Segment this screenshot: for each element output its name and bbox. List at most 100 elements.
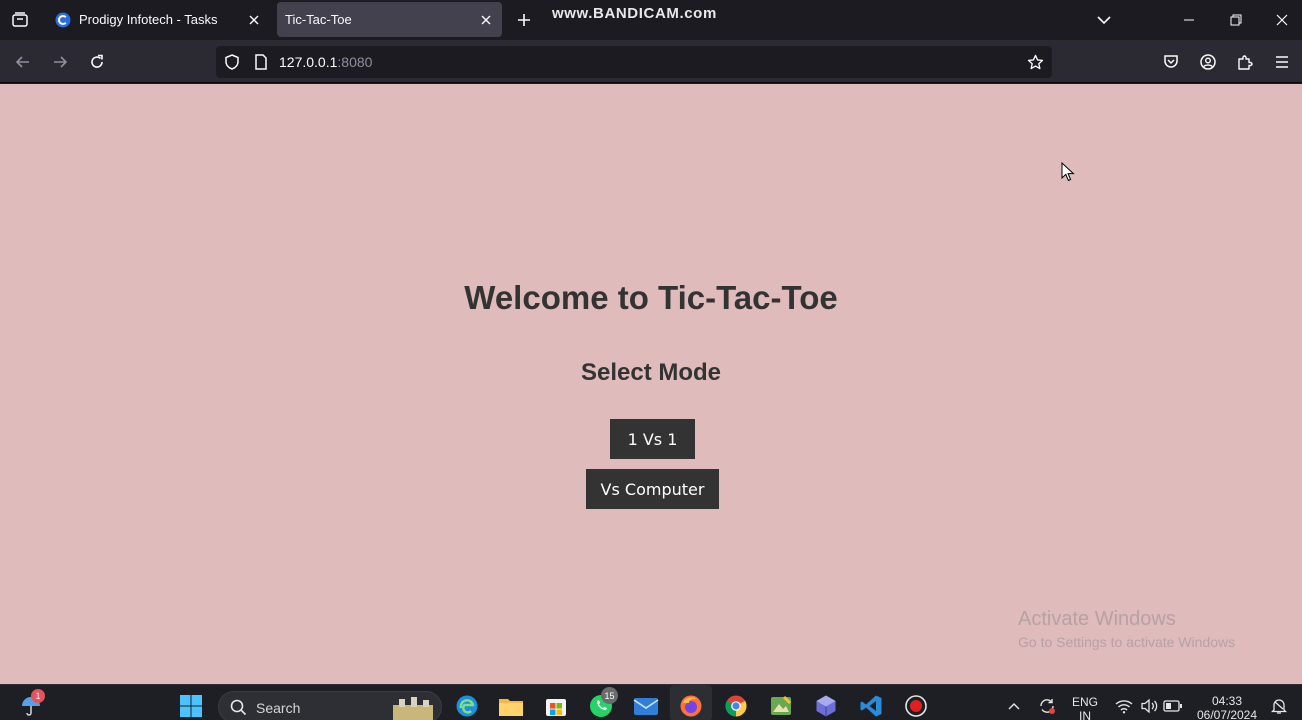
tab-prodigy-infotech[interactable]: Prodigy Infotech - Tasks — [45, 2, 270, 37]
tracking-protection-button[interactable] — [223, 53, 241, 71]
start-button[interactable] — [176, 691, 206, 720]
pocket-button[interactable] — [1156, 47, 1186, 77]
puzzle-icon — [1238, 55, 1253, 70]
weather-badge: 1 — [31, 689, 45, 703]
site-info-button[interactable] — [252, 53, 270, 71]
windows-taskbar: 1 Search 15 ENG IN 04:33 06/07/2024 — [0, 684, 1302, 720]
address-bar[interactable]: 127.0.0.1:8080 — [216, 46, 1052, 78]
firefox-taskbar-button[interactable] — [676, 691, 706, 720]
chevron-down-icon — [1097, 16, 1111, 25]
record-icon — [905, 695, 927, 717]
tab-list-button[interactable] — [0, 0, 40, 40]
tab-title: Tic-Tac-Toe — [285, 12, 352, 27]
close-tab-button[interactable] — [474, 8, 498, 32]
pocket-icon — [1164, 55, 1178, 68]
clock[interactable]: 04:33 06/07/2024 — [1192, 694, 1262, 720]
url-port: :8080 — [337, 54, 373, 70]
app-menu-button[interactable] — [1267, 47, 1297, 77]
notifications-button[interactable] — [1264, 691, 1294, 720]
arrow-left-icon — [15, 56, 29, 68]
search-label: Search — [256, 700, 301, 716]
tab-bar: Prodigy Infotech - Tasks Tic-Tac-Toe www… — [0, 0, 1302, 40]
close-tab-button[interactable] — [242, 8, 266, 32]
battery-icon — [1163, 700, 1182, 712]
page-content: Welcome to Tic-Tac-Toe Select Mode 1 Vs … — [0, 84, 1302, 684]
speaker-icon — [1141, 698, 1158, 714]
show-hidden-icons-button[interactable] — [999, 691, 1029, 720]
url-text[interactable]: 127.0.0.1:8080 — [279, 54, 372, 70]
chevron-up-icon — [1008, 703, 1020, 710]
language-region: IN — [1079, 709, 1091, 720]
file-explorer-taskbar-button[interactable] — [496, 691, 526, 720]
close-icon — [1276, 14, 1288, 26]
language-code: ENG — [1071, 695, 1098, 709]
battery-tray-button[interactable] — [1158, 691, 1188, 720]
tab-list-icon — [12, 12, 28, 27]
bell-icon — [1270, 699, 1288, 714]
close-window-button[interactable] — [1259, 0, 1302, 40]
vs-computer-button[interactable]: Vs Computer — [586, 469, 719, 509]
arrow-right-icon — [54, 56, 68, 68]
plus-icon — [518, 14, 530, 26]
chrome-taskbar-button[interactable] — [721, 691, 751, 720]
reload-button[interactable] — [82, 47, 112, 77]
mail-taskbar-button[interactable] — [631, 691, 661, 720]
mail-icon — [633, 698, 659, 715]
folder-icon — [499, 699, 523, 716]
activate-windows-title: Activate Windows — [1018, 608, 1176, 630]
close-icon — [249, 15, 259, 24]
account-button[interactable] — [1193, 47, 1223, 77]
taskbar-search[interactable]: Search — [218, 691, 442, 720]
close-icon — [481, 15, 491, 24]
restore-button[interactable] — [1213, 0, 1259, 40]
weather-widget[interactable]: 1 — [16, 689, 46, 720]
activate-windows-hint: Go to Settings to activate Windows — [1018, 634, 1236, 650]
page-icon — [255, 54, 267, 70]
store-icon — [546, 699, 566, 716]
whatsapp-taskbar-button[interactable]: 15 — [586, 687, 618, 720]
tab-title: Prodigy Infotech - Tasks — [79, 12, 218, 27]
bookmark-button[interactable] — [1026, 53, 1044, 71]
image-app-taskbar-button[interactable] — [766, 691, 796, 720]
one-vs-one-button[interactable]: 1 Vs 1 — [610, 419, 695, 459]
vscode-icon — [860, 695, 882, 717]
extensions-button[interactable] — [1230, 47, 1260, 77]
cube-icon — [816, 695, 836, 717]
hamburger-menu-icon — [1276, 56, 1288, 68]
edge-icon — [456, 695, 478, 717]
shield-icon — [225, 54, 239, 70]
reload-icon — [91, 54, 103, 68]
vscode-taskbar-button[interactable] — [856, 691, 886, 720]
activate-windows-watermark: Activate Windows Go to Settings to activ… — [1018, 608, 1235, 650]
star-icon — [1027, 54, 1043, 69]
language-indicator[interactable]: ENG IN — [1068, 695, 1102, 720]
new-tab-button[interactable] — [510, 6, 538, 34]
back-button[interactable] — [8, 47, 38, 77]
edge-taskbar-button[interactable] — [452, 691, 482, 720]
windows-logo-icon — [180, 695, 202, 717]
account-icon — [1200, 54, 1216, 70]
whatsapp-badge: 15 — [601, 687, 618, 704]
clock-date: 06/07/2024 — [1196, 708, 1258, 720]
sync-icon — [1040, 699, 1055, 714]
firefox-icon — [680, 695, 702, 717]
chrome-icon — [725, 695, 747, 717]
tab-tic-tac-toe[interactable]: Tic-Tac-Toe — [277, 2, 502, 37]
search-highlight-icon — [393, 697, 433, 720]
select-mode-heading: Select Mode — [580, 359, 722, 386]
search-icon — [230, 699, 247, 716]
navigation-toolbar: 127.0.0.1:8080 — [0, 40, 1302, 83]
forward-button[interactable] — [45, 47, 75, 77]
bandicam-taskbar-button[interactable] — [901, 691, 931, 720]
image-editor-icon — [771, 695, 792, 715]
sync-tray-button[interactable] — [1032, 691, 1062, 720]
list-all-tabs-button[interactable] — [1081, 0, 1127, 40]
microsoft-store-taskbar-button[interactable] — [541, 691, 571, 720]
url-host: 127.0.0.1 — [279, 54, 338, 70]
minimize-button[interactable] — [1166, 0, 1212, 40]
cube-app-taskbar-button[interactable] — [811, 691, 841, 720]
restore-icon — [1230, 14, 1242, 26]
wifi-icon — [1115, 700, 1133, 714]
minimize-icon — [1184, 19, 1194, 21]
mouse-cursor-icon — [1061, 162, 1075, 182]
